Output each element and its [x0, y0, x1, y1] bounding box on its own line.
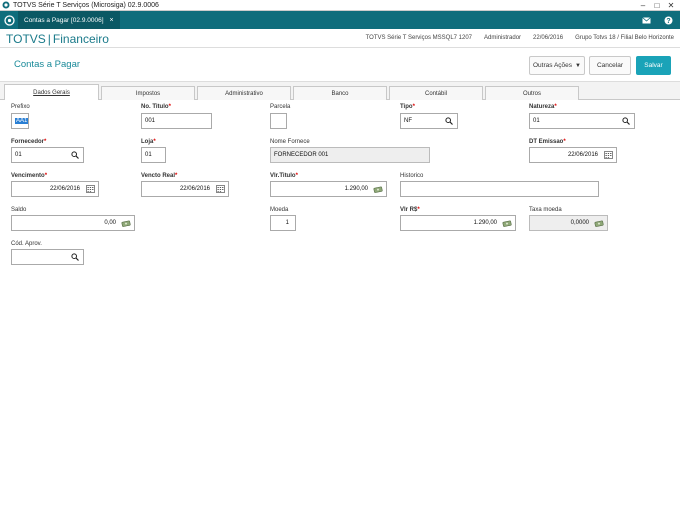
tipo-label: Tipo* [400, 104, 415, 110]
moeda-label: Moeda [270, 207, 289, 213]
vencimento-label: Vencimento* [11, 173, 48, 179]
vlr-titulo-label: Vlr.Titulo* [270, 173, 298, 179]
brand-bar: TOTVS | Financeiro TOTVS Série T Serviços … [0, 29, 680, 48]
page-header: Contas a Pagar Outras Ações ▼ Cancelar Sa… [0, 48, 680, 82]
money-icon[interactable] [373, 184, 383, 194]
money-icon[interactable] [502, 218, 512, 228]
historico-label: Historico [400, 173, 424, 179]
vlr-titulo-field[interactable]: 1.290,00 [270, 181, 387, 197]
help-icon[interactable]: ? [662, 14, 674, 26]
nome-fornece-label: Nome Fornece [270, 139, 310, 145]
vlr-rs-label: Vlr R$* [400, 207, 420, 213]
tab-dados-gerais[interactable]: Dados Gerais [4, 84, 99, 101]
system-date: 22/06/2016 [533, 35, 564, 41]
money-icon[interactable] [121, 218, 131, 228]
vencimento-field[interactable]: 22/06/2016 [11, 181, 99, 197]
fornecedor-field[interactable]: 01 [11, 147, 84, 163]
vencto-real-field[interactable]: 22/06/2016 [141, 181, 229, 197]
vencto-real-label: Vencto Real* [141, 173, 178, 179]
taxa-moeda-label: Taxa moeda [529, 207, 562, 213]
brand-logo: TOTVS | Financeiro [6, 32, 109, 46]
tab-impostos[interactable]: Impostos [101, 86, 195, 100]
natureza-label: Natureza* [529, 104, 557, 110]
saldo-label: Saldo [11, 207, 27, 213]
search-icon[interactable] [70, 252, 80, 262]
prefixo-label: Prefixo [11, 104, 30, 110]
tab-label: Contas a Pagar [02.9.0006] [24, 16, 104, 24]
natureza-field[interactable]: 01 [529, 113, 635, 129]
window-titlebar: TOTVS Série T Serviços (Microsiga) 02.9.… [0, 0, 680, 11]
tab-contabil[interactable]: Contábil [389, 86, 483, 100]
tab-outros[interactable]: Outros [485, 86, 579, 100]
dt-emissao-field[interactable]: 22/06/2016 [529, 147, 617, 163]
prefixo-field[interactable]: AA1 [11, 113, 29, 129]
search-icon[interactable] [70, 150, 80, 160]
save-button[interactable]: Salvar [636, 56, 671, 75]
mail-icon[interactable] [640, 14, 652, 26]
system-name: TOTVS Série T Serviços MSSQL7 1207 [365, 35, 473, 41]
app-icon [2, 1, 10, 9]
loja-label: Loja* [141, 139, 156, 145]
minimize-button[interactable]: – [636, 0, 650, 10]
window-title: TOTVS Série T Serviços (Microsiga) 02.9.… [13, 1, 159, 9]
vlr-rs-field[interactable]: 1.290,00 [400, 215, 516, 231]
search-icon[interactable] [621, 116, 631, 126]
tipo-field[interactable]: NF [400, 113, 458, 129]
calendar-icon[interactable] [215, 184, 225, 194]
home-icon [3, 14, 15, 26]
parcela-field[interactable] [270, 113, 287, 129]
cancel-button[interactable]: Cancelar [589, 56, 631, 75]
calendar-icon[interactable] [85, 184, 95, 194]
tab-banco[interactable]: Banco [293, 86, 387, 100]
cod-aprov-label: Cód. Aprov. [11, 241, 42, 247]
cod-aprov-field[interactable] [11, 249, 84, 265]
fornecedor-label: Fornecedor* [11, 139, 47, 145]
form-dados-gerais: Prefixo AA1 No. Titulo* 001 Parcela Tipo… [0, 100, 680, 523]
no-titulo-label: No. Titulo* [141, 104, 171, 110]
moeda-field[interactable]: 1 [270, 215, 296, 231]
tab-close-icon[interactable]: × [110, 17, 114, 24]
nome-fornece-field: FORNECEDOR 001 [270, 147, 430, 163]
dt-emissao-label: DT Emissao* [529, 139, 566, 145]
saldo-field[interactable]: 0,00 [11, 215, 135, 231]
taxa-moeda-field: 0,0000 [529, 215, 608, 231]
no-titulo-field[interactable]: 001 [141, 113, 212, 129]
page-title: Contas a Pagar [14, 59, 81, 70]
folder-tabs: Dados Gerais Impostos Administrativo Ban… [0, 82, 680, 101]
tab-administrativo[interactable]: Administrativo [197, 86, 291, 100]
svg-text:?: ? [666, 18, 670, 25]
maximize-button[interactable]: □ [650, 0, 664, 10]
system-info: TOTVS Série T Serviços MSSQL7 1207 Admin… [366, 35, 674, 41]
historico-field[interactable] [400, 181, 599, 197]
close-window-button[interactable]: ✕ [664, 0, 678, 10]
branch-name: Grupo Totvs 18 / Filial Belo Horizonte [575, 35, 674, 41]
chevron-down-icon: ▼ [575, 62, 581, 69]
loja-field[interactable]: 01 [141, 147, 166, 163]
parcela-label: Parcela [270, 104, 291, 110]
tab-strip: Contas a Pagar [02.9.0006] × ? [0, 11, 680, 29]
money-icon[interactable] [594, 218, 604, 228]
tab-contas-a-pagar[interactable]: Contas a Pagar [02.9.0006] × [18, 11, 120, 29]
user-name: Administrador [484, 35, 522, 41]
search-icon[interactable] [444, 116, 454, 126]
calendar-icon[interactable] [603, 150, 613, 160]
home-button[interactable] [0, 11, 18, 29]
more-actions-button[interactable]: Outras Ações ▼ [529, 56, 585, 75]
